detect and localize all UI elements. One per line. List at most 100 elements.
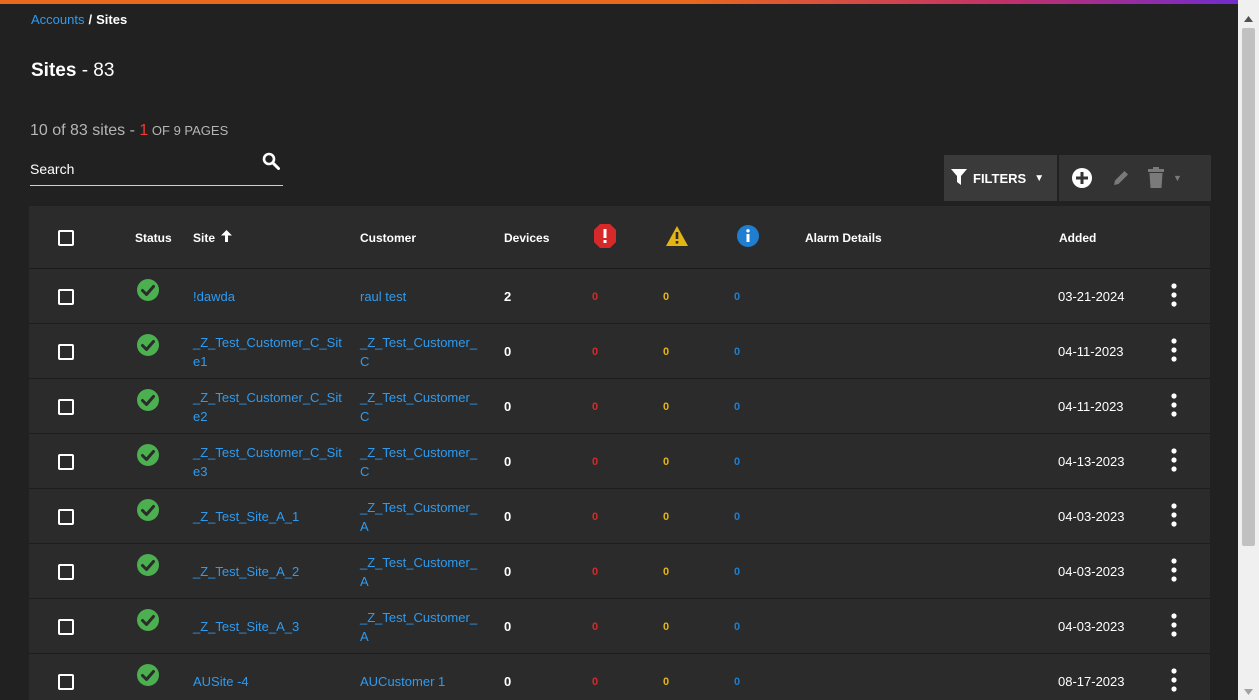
site-link[interactable]: _Z_Test_Site_A_3 <box>193 617 299 636</box>
row-checkbox[interactable] <box>58 288 74 305</box>
add-circle-icon[interactable] <box>1071 167 1093 189</box>
site-link[interactable]: _Z_Test_Customer_C_Site1 <box>193 333 343 371</box>
critical-count[interactable]: 0 <box>592 566 598 578</box>
table-row[interactable]: _Z_Test_Site_A_3 _Z_Test_Customer_A 0 0 0 0 04… <box>29 599 1210 654</box>
top-accent-bar <box>0 0 1259 4</box>
site-link[interactable]: _Z_Test_Customer_C_Site2 <box>193 388 343 426</box>
customer-link[interactable]: _Z_Test_Customer_C <box>360 333 478 371</box>
header-critical[interactable] <box>594 206 616 269</box>
kebab-menu-icon[interactable] <box>1171 558 1177 585</box>
chevron-down-icon[interactable]: ▼ <box>1173 173 1182 183</box>
info-count[interactable]: 0 <box>734 676 740 688</box>
header-site[interactable]: Site <box>193 206 233 269</box>
select-all-checkbox[interactable] <box>58 229 74 246</box>
customer-link[interactable]: raul test <box>360 287 406 306</box>
header-warning[interactable] <box>666 206 688 269</box>
breadcrumb-accounts-link[interactable]: Accounts <box>31 12 84 27</box>
header-devices[interactable]: Devices <box>504 206 549 269</box>
vertical-scrollbar[interactable] <box>1238 0 1259 700</box>
table-row[interactable]: _Z_Test_Customer_C_Site3 _Z_Test_Customer… <box>29 434 1210 489</box>
customer-link[interactable]: _Z_Test_Customer_C <box>360 443 478 481</box>
filters-button[interactable]: FILTERS ▼ <box>944 155 1057 201</box>
table-row[interactable]: _Z_Test_Site_A_1 _Z_Test_Customer_A 0 0 0 0 04… <box>29 489 1210 544</box>
info-cell: 0 <box>734 269 740 324</box>
table-row[interactable]: AUSite -4 AUCustomer 1 0 0 0 0 08-17-2023 <box>29 654 1210 700</box>
warning-count[interactable]: 0 <box>663 456 669 468</box>
critical-count[interactable]: 0 <box>592 511 598 523</box>
devices-count[interactable]: 0 <box>504 509 511 524</box>
site-link[interactable]: AUSite -4 <box>193 672 249 691</box>
header-status[interactable]: Status <box>135 206 172 269</box>
critical-count[interactable]: 0 <box>592 456 598 468</box>
kebab-menu-icon[interactable] <box>1171 338 1177 365</box>
table-row[interactable]: !dawda raul test 2 0 0 0 03-21-2024 <box>29 269 1210 324</box>
table-row[interactable]: _Z_Test_Customer_C_Site1 _Z_Test_Customer… <box>29 324 1210 379</box>
customer-link[interactable]: _Z_Test_Customer_A <box>360 498 478 536</box>
kebab-menu-icon[interactable] <box>1171 393 1177 420</box>
devices-count[interactable]: 0 <box>504 344 511 359</box>
scroll-up-arrow-icon[interactable] <box>1238 10 1259 27</box>
search-input[interactable] <box>30 156 250 182</box>
devices-count[interactable]: 0 <box>504 399 511 414</box>
trash-icon[interactable] <box>1147 167 1165 189</box>
devices-count[interactable]: 0 <box>504 619 511 634</box>
warning-count[interactable]: 0 <box>663 291 669 303</box>
kebab-menu-icon[interactable] <box>1171 503 1177 530</box>
site-cell: _Z_Test_Site_A_2 <box>193 544 343 599</box>
header-customer[interactable]: Customer <box>360 206 416 269</box>
scrollbar-thumb[interactable] <box>1242 28 1255 546</box>
warning-count[interactable]: 0 <box>663 401 669 413</box>
kebab-menu-icon[interactable] <box>1171 668 1177 695</box>
row-checkbox[interactable] <box>58 563 74 580</box>
info-count[interactable]: 0 <box>734 346 740 358</box>
kebab-menu-icon[interactable] <box>1171 613 1177 640</box>
row-checkbox[interactable] <box>58 673 74 690</box>
info-count[interactable]: 0 <box>734 291 740 303</box>
row-checkbox[interactable] <box>58 343 74 360</box>
critical-count[interactable]: 0 <box>592 621 598 633</box>
devices-count[interactable]: 0 <box>504 674 511 689</box>
devices-cell: 0 <box>504 379 511 434</box>
added-cell: 03-21-2024 <box>1058 269 1138 324</box>
warning-count[interactable]: 0 <box>663 346 669 358</box>
table-row[interactable]: _Z_Test_Site_A_2 _Z_Test_Customer_A 0 0 0 0 04… <box>29 544 1210 599</box>
site-link[interactable]: _Z_Test_Site_A_2 <box>193 562 299 581</box>
critical-count[interactable]: 0 <box>592 346 598 358</box>
critical-count[interactable]: 0 <box>592 401 598 413</box>
row-checkbox[interactable] <box>58 618 74 635</box>
devices-count[interactable]: 0 <box>504 454 511 469</box>
customer-link[interactable]: AUCustomer 1 <box>360 672 445 691</box>
header-alarm-details[interactable]: Alarm Details <box>805 206 882 269</box>
info-cell: 0 <box>734 324 740 379</box>
header-added[interactable]: Added <box>1059 206 1096 269</box>
devices-count[interactable]: 0 <box>504 564 511 579</box>
devices-count[interactable]: 2 <box>504 289 511 304</box>
customer-link[interactable]: _Z_Test_Customer_A <box>360 553 478 591</box>
info-count[interactable]: 0 <box>734 456 740 468</box>
warning-count[interactable]: 0 <box>663 511 669 523</box>
kebab-menu-icon[interactable] <box>1171 283 1177 310</box>
table-row[interactable]: _Z_Test_Customer_C_Site2 _Z_Test_Customer… <box>29 379 1210 434</box>
customer-link[interactable]: _Z_Test_Customer_A <box>360 608 478 646</box>
kebab-menu-icon[interactable] <box>1171 448 1177 475</box>
row-checkbox[interactable] <box>58 398 74 415</box>
search-icon[interactable] <box>262 152 280 170</box>
critical-count[interactable]: 0 <box>592 676 598 688</box>
warning-count[interactable]: 0 <box>663 621 669 633</box>
header-info[interactable] <box>737 206 759 269</box>
customer-link[interactable]: _Z_Test_Customer_C <box>360 388 478 426</box>
warning-count[interactable]: 0 <box>663 676 669 688</box>
site-link[interactable]: _Z_Test_Customer_C_Site3 <box>193 443 343 481</box>
row-checkbox[interactable] <box>58 453 74 470</box>
info-count[interactable]: 0 <box>734 566 740 578</box>
scroll-down-arrow-icon[interactable] <box>1238 683 1259 700</box>
row-checkbox[interactable] <box>58 508 74 525</box>
site-link[interactable]: _Z_Test_Site_A_1 <box>193 507 299 526</box>
info-count[interactable]: 0 <box>734 621 740 633</box>
info-count[interactable]: 0 <box>734 511 740 523</box>
warning-count[interactable]: 0 <box>663 566 669 578</box>
critical-count[interactable]: 0 <box>592 291 598 303</box>
site-link[interactable]: !dawda <box>193 287 235 306</box>
pencil-icon[interactable] <box>1111 168 1131 188</box>
info-count[interactable]: 0 <box>734 401 740 413</box>
